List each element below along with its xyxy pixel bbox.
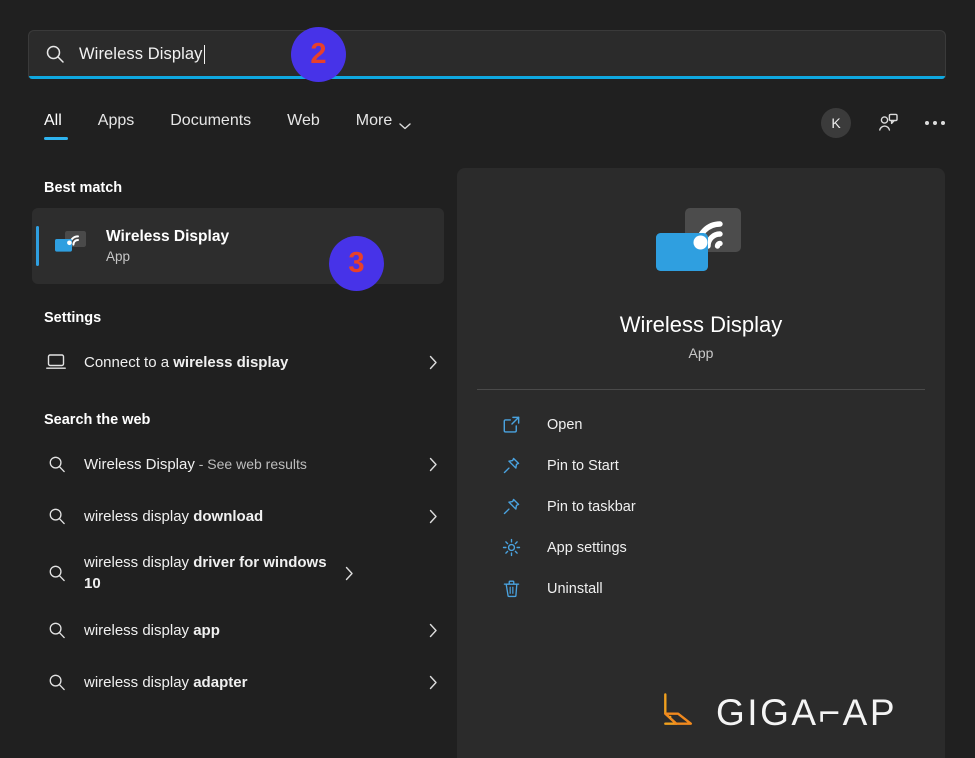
action-uninstall-label: Uninstall bbox=[547, 580, 603, 597]
search-filter-tabs: All Apps Documents Web More bbox=[40, 108, 415, 142]
action-pin-to-taskbar-label: Pin to taskbar bbox=[547, 498, 636, 515]
web-result-prefix: wireless display bbox=[84, 507, 194, 525]
search-box[interactable]: Wireless Display bbox=[28, 30, 946, 79]
settings-item-label: Connect to a wireless display bbox=[84, 352, 413, 373]
best-match-texts: Wireless Display App bbox=[106, 228, 229, 264]
watermark: GIGA⌐AP bbox=[658, 689, 897, 736]
action-pin-to-start-label: Pin to Start bbox=[547, 457, 619, 474]
gear-icon bbox=[501, 538, 521, 558]
step-badge-3-number: 3 bbox=[348, 247, 365, 279]
web-result-item[interactable]: wireless display adapter bbox=[28, 656, 452, 708]
step-badge-2: 2 bbox=[291, 27, 346, 82]
tab-apps[interactable]: Apps bbox=[94, 108, 138, 142]
tab-all-label: All bbox=[44, 112, 62, 129]
web-result-label: wireless display download bbox=[84, 506, 413, 527]
search-icon bbox=[46, 562, 68, 584]
tab-more-label: More bbox=[355, 112, 393, 129]
action-open[interactable]: Open bbox=[479, 404, 945, 445]
settings-item-connect-wireless-display[interactable]: Connect to a wireless display bbox=[28, 336, 452, 388]
search-icon bbox=[46, 671, 68, 693]
ellipsis-icon[interactable] bbox=[925, 121, 945, 125]
settings-item-prefix: Connect to a bbox=[84, 353, 174, 371]
action-uninstall[interactable]: Uninstall bbox=[479, 568, 945, 609]
web-result-prefix: Wireless Display bbox=[84, 455, 195, 473]
best-match-heading: Best match bbox=[44, 180, 123, 196]
app-preview-panel: Wireless Display App Open Pin to Start P… bbox=[457, 168, 945, 758]
tab-all[interactable]: All bbox=[40, 108, 68, 142]
action-app-settings-label: App settings bbox=[547, 539, 627, 556]
tab-documents[interactable]: Documents bbox=[166, 108, 255, 142]
web-result-prefix: wireless display bbox=[84, 621, 194, 639]
best-match-title: Wireless Display bbox=[106, 228, 230, 245]
web-result-item[interactable]: wireless display app bbox=[28, 604, 452, 656]
search-icon bbox=[46, 505, 68, 527]
preview-app-subtitle: App bbox=[688, 345, 714, 361]
tab-web[interactable]: Web bbox=[283, 108, 324, 142]
chevron-right-icon[interactable] bbox=[429, 509, 438, 524]
web-result-label: wireless display adapter bbox=[84, 672, 413, 693]
wireless-display-icon bbox=[54, 229, 88, 264]
web-result-prefix: wireless display bbox=[84, 554, 194, 571]
avatar[interactable]: K bbox=[821, 108, 851, 138]
pin-icon bbox=[501, 497, 521, 517]
action-app-settings[interactable]: App settings bbox=[479, 527, 945, 568]
preview-app-title: Wireless Display bbox=[619, 312, 783, 337]
search-icon bbox=[45, 44, 65, 64]
text-caret bbox=[203, 44, 205, 64]
web-result-item[interactable]: wireless display download bbox=[28, 490, 452, 542]
web-result-item[interactable]: wireless display driver for windows 10 bbox=[28, 542, 452, 604]
windows-search-window: Wireless Display All Apps Documents Web … bbox=[0, 0, 975, 758]
tab-web-label: Web bbox=[287, 112, 320, 129]
tab-documents-label: Documents bbox=[170, 112, 252, 129]
header-actions: K bbox=[821, 108, 945, 138]
action-open-label: Open bbox=[547, 416, 583, 433]
web-result-prefix: wireless display bbox=[84, 673, 194, 691]
search-the-web-heading: Search the web bbox=[44, 412, 151, 428]
person-chat-icon[interactable] bbox=[877, 112, 899, 134]
monitor-icon bbox=[46, 351, 68, 373]
chevron-right-icon[interactable] bbox=[345, 566, 354, 581]
trash-icon bbox=[501, 579, 521, 599]
settings-item-bold: wireless display bbox=[173, 353, 289, 371]
web-result-label: Wireless Display - See web results bbox=[84, 454, 413, 475]
web-result-label: wireless display driver for windows 10 bbox=[84, 552, 329, 594]
search-icon bbox=[46, 453, 68, 475]
avatar-initial: K bbox=[831, 115, 841, 131]
pin-icon bbox=[501, 456, 521, 476]
web-result-label: wireless display app bbox=[84, 620, 413, 641]
search-icon bbox=[46, 619, 68, 641]
chevron-right-icon[interactable] bbox=[429, 675, 438, 690]
tab-apps-label: Apps bbox=[97, 112, 135, 129]
chevron-right-icon[interactable] bbox=[429, 623, 438, 638]
action-pin-to-taskbar[interactable]: Pin to taskbar bbox=[479, 486, 945, 527]
search-input-value[interactable]: Wireless Display bbox=[79, 45, 203, 64]
chevron-down-icon bbox=[399, 117, 411, 130]
web-result-item[interactable]: Wireless Display - See web results bbox=[28, 438, 452, 490]
action-pin-to-start[interactable]: Pin to Start bbox=[479, 445, 945, 486]
gigalap-logo-icon bbox=[658, 689, 700, 736]
settings-heading: Settings bbox=[44, 310, 102, 326]
web-result-suffix: - See web results bbox=[194, 455, 307, 472]
chevron-right-icon[interactable] bbox=[429, 457, 438, 472]
step-badge-2-number: 2 bbox=[310, 38, 327, 70]
chevron-right-icon[interactable] bbox=[429, 355, 438, 370]
best-match-subtitle: App bbox=[106, 249, 131, 264]
preview-actions-list: Open Pin to Start Pin to taskbar App set… bbox=[457, 404, 945, 609]
web-result-bold: download bbox=[193, 507, 264, 525]
tab-more[interactable]: More bbox=[352, 108, 415, 142]
web-result-bold: app bbox=[193, 621, 220, 639]
wireless-display-icon bbox=[653, 206, 749, 292]
preview-divider bbox=[477, 389, 925, 390]
watermark-text: GIGA⌐AP bbox=[716, 691, 897, 733]
web-result-bold: adapter bbox=[193, 673, 248, 691]
results-list: Best match Wireless Display App Settings bbox=[28, 168, 452, 758]
open-external-icon bbox=[501, 415, 521, 435]
step-badge-3: 3 bbox=[329, 236, 384, 291]
